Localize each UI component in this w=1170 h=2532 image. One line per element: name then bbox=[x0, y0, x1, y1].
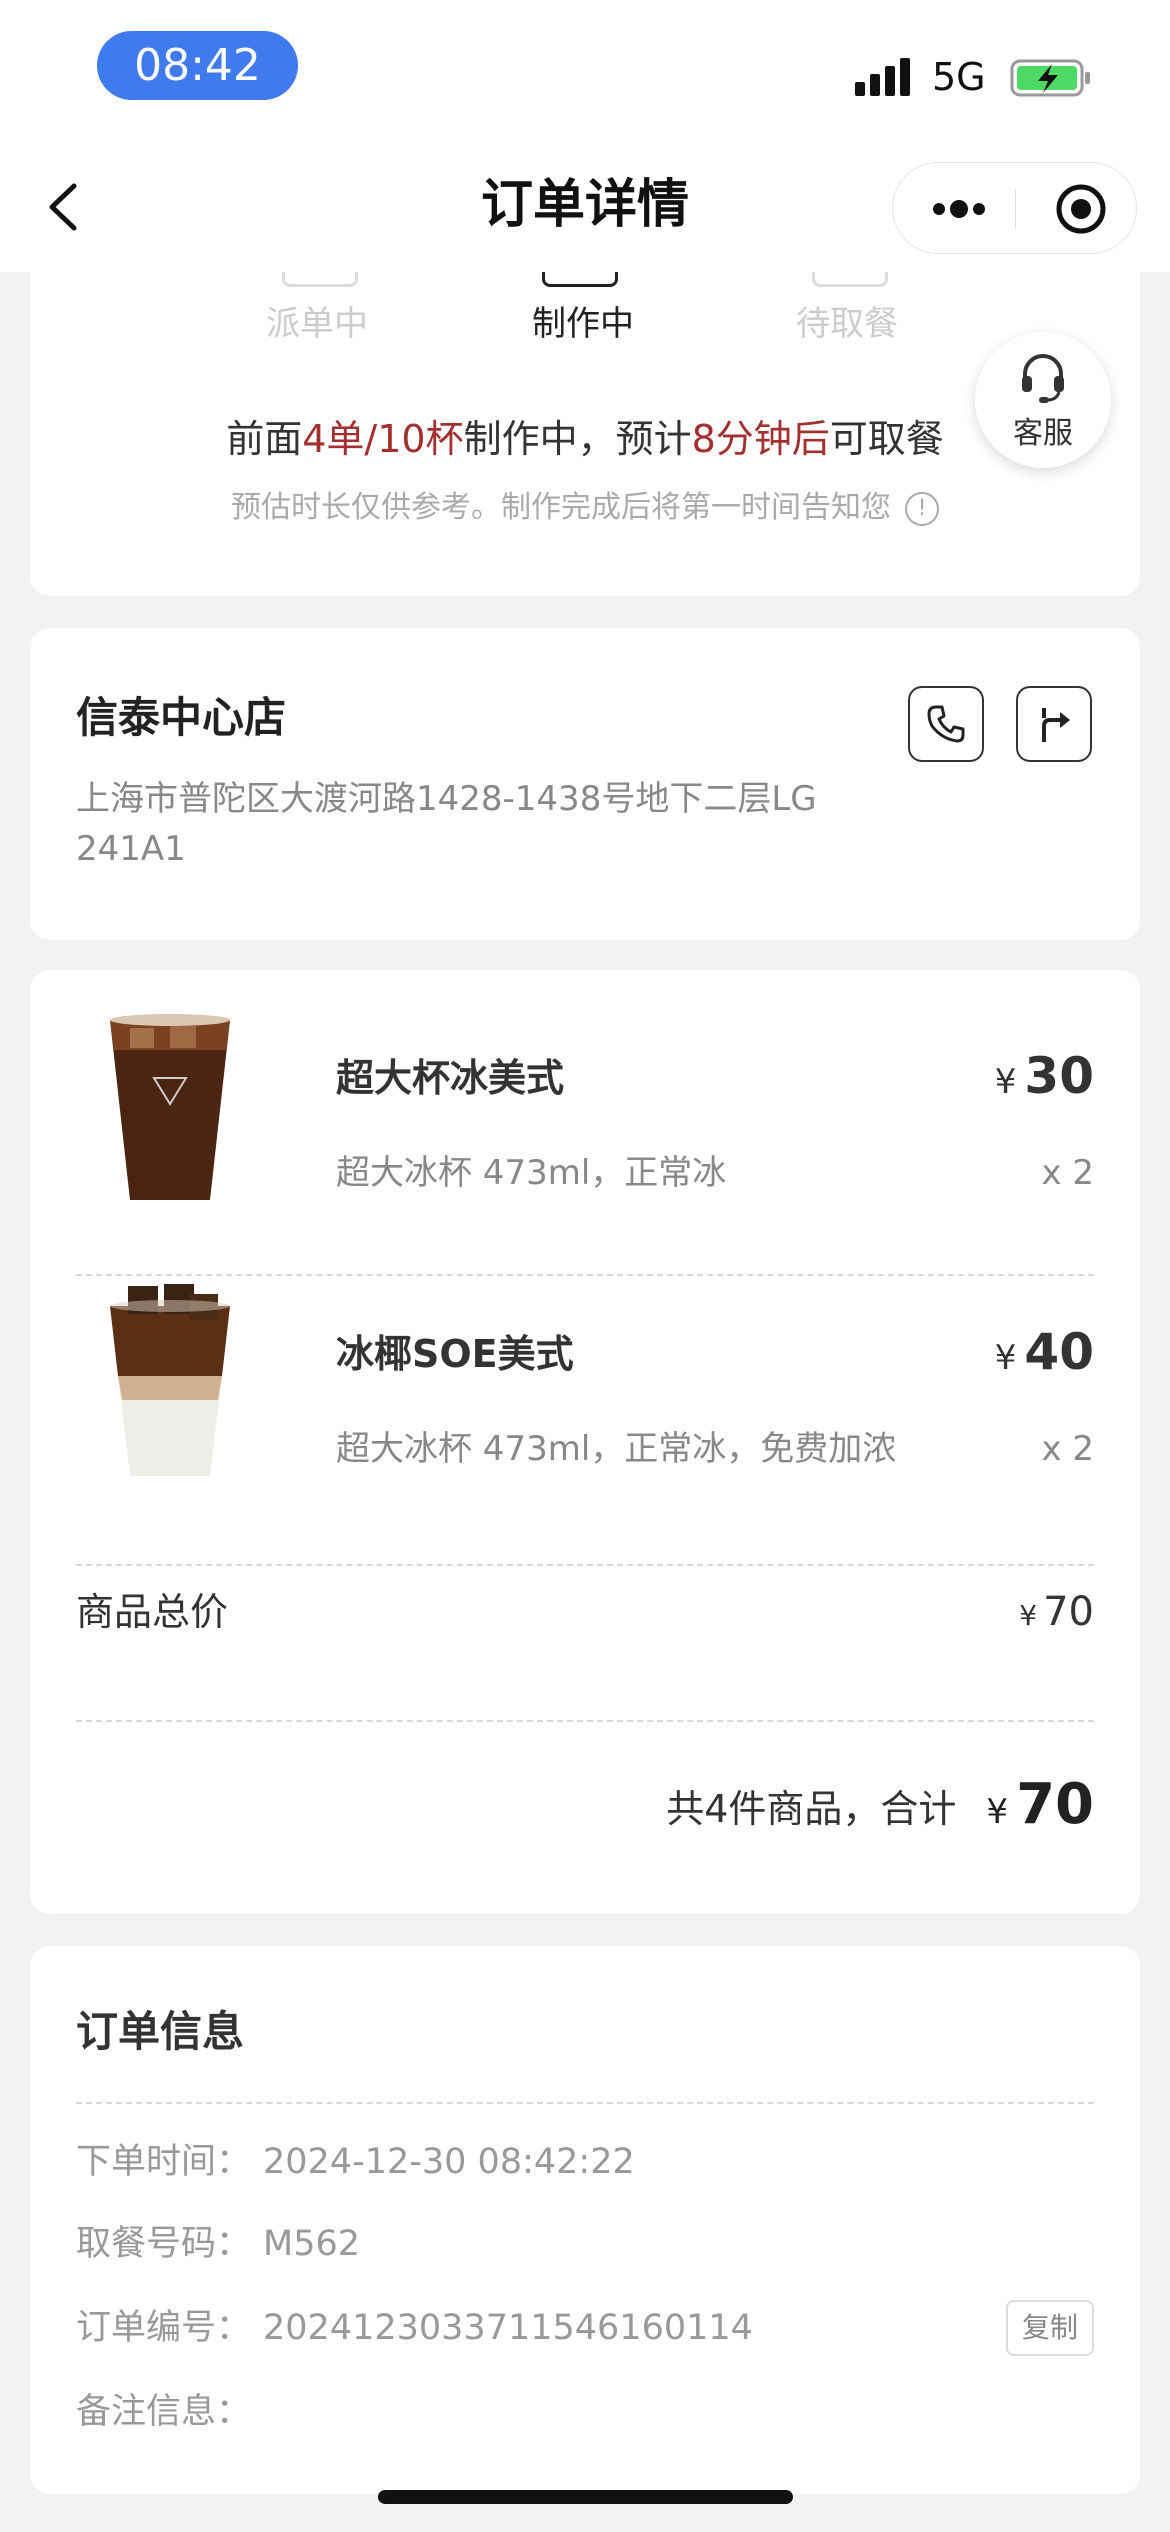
order-info-card: 订单信息 下单时间： 2024-12-30 08:42:22 取餐号码： M562 … bbox=[30, 1946, 1140, 2494]
product-item: 超大杯冰美式 超大冰杯 473ml，正常冰 ¥30 x 2 bbox=[30, 970, 1140, 1246]
order-number-label: 订单编号： bbox=[76, 2308, 252, 2348]
product-quantity: x 2 bbox=[1041, 1153, 1094, 1193]
customer-service-label: 客服 bbox=[1013, 416, 1073, 451]
eta-hint: 预估时长仅供参考。制作完成后将第一时间告知您! bbox=[30, 486, 1140, 530]
total-label: 共4件商品，合计 bbox=[666, 1786, 957, 1831]
step-icon-dispatch bbox=[282, 272, 358, 287]
note-row: 备注信息： bbox=[76, 2386, 251, 2438]
status-time[interactable]: 08:42 bbox=[97, 31, 298, 100]
queue-suffix: 可取餐 bbox=[829, 417, 944, 461]
store-address: 上海市普陀区大渡河路1428-1438号地下二层LG 241A1 bbox=[76, 779, 817, 869]
queue-status: 前面4单/10杯制作中，预计8分钟后可取餐 bbox=[30, 412, 1140, 466]
order-number-value: 20241230337115461601​14 bbox=[263, 2308, 753, 2348]
currency-symbol: ¥ bbox=[994, 1062, 1017, 1102]
capsule-divider bbox=[1015, 189, 1016, 229]
currency-symbol: ¥ bbox=[1019, 1599, 1038, 1632]
product-item: 冰椰SOE美式 超大冰杯 473ml，正常冰，免费加浓 ¥40 x 2 bbox=[30, 1246, 1140, 1522]
order-progress-card: 派单中 制作中 待取餐 前面4单/10杯制作中，预计8分钟后可取餐 预估时长仅供… bbox=[30, 272, 1140, 596]
info-icon[interactable]: ! bbox=[905, 491, 939, 526]
queue-prefix: 前面 bbox=[226, 417, 303, 461]
more-dots-icon[interactable] bbox=[929, 193, 989, 225]
status-bar: 08:42 5G bbox=[0, 0, 1170, 140]
queue-count: 4单/10杯 bbox=[302, 417, 464, 461]
step-making: 制作中 bbox=[532, 304, 634, 344]
navigate-store-button[interactable] bbox=[1016, 686, 1092, 762]
product-price: ¥40 bbox=[995, 1320, 1094, 1390]
price-value: 40 bbox=[1024, 1323, 1094, 1381]
subtotal-amount: 70 bbox=[1043, 1589, 1094, 1635]
store-card: 信泰中心店 上海市普陀区大渡河路1428-1438号地下二层LG 241A1 bbox=[30, 628, 1140, 940]
step-icon-pickup bbox=[812, 272, 888, 287]
product-name: 超大杯冰美式 bbox=[336, 1056, 565, 1100]
total-price: ¥70 bbox=[986, 1772, 1094, 1837]
network-type: 5G bbox=[932, 55, 986, 99]
product-quantity: x 2 bbox=[1041, 1429, 1094, 1469]
price-value: 30 bbox=[1024, 1047, 1094, 1105]
product-spec: 超大冰杯 473ml，正常冰 bbox=[336, 1153, 727, 1193]
products-card: 超大杯冰美式 超大冰杯 473ml，正常冰 ¥30 x 2 冰椰SOE美式 超大… bbox=[30, 970, 1140, 1914]
mini-program-capsule bbox=[892, 162, 1137, 254]
call-store-button[interactable] bbox=[908, 686, 984, 762]
nav-bar: 订单详情 bbox=[0, 140, 1170, 272]
order-info-title: 订单信息 bbox=[76, 2007, 245, 2056]
signal-icon bbox=[855, 56, 915, 96]
order-total: 共4件商品，合计 ¥70 bbox=[666, 1770, 1094, 1847]
order-number-row: 订单编号： 20241230337115461601​14 bbox=[76, 2302, 753, 2354]
step-dispatch: 派单中 bbox=[266, 304, 368, 344]
currency-symbol: ¥ bbox=[994, 1338, 1017, 1378]
order-time-row: 下单时间： 2024-12-30 08:42:22 bbox=[76, 2136, 635, 2188]
customer-service-button[interactable]: 客服 bbox=[975, 332, 1111, 468]
divider bbox=[76, 1564, 1094, 1566]
copy-order-number-button[interactable]: 复制 bbox=[1006, 2300, 1094, 2356]
pickup-code-value: M562 bbox=[263, 2224, 361, 2264]
eta-time: 8分钟后 bbox=[691, 417, 830, 461]
note-label: 备注信息： bbox=[76, 2392, 252, 2432]
total-amount: 70 bbox=[1016, 1772, 1094, 1837]
iced-americano-image bbox=[110, 1014, 230, 1200]
navigate-icon bbox=[1042, 708, 1070, 742]
product-name: 冰椰SOE美式 bbox=[336, 1332, 574, 1376]
pickup-code-label: 取餐号码： bbox=[76, 2224, 252, 2264]
coconut-americano-image bbox=[110, 1284, 230, 1476]
pickup-code-row: 取餐号码： M562 bbox=[76, 2218, 360, 2270]
order-time-value: 2024-12-30 08:42:22 bbox=[263, 2142, 635, 2182]
order-time-label: 下单时间： bbox=[76, 2142, 252, 2182]
phone-icon bbox=[927, 705, 965, 743]
subtotal-value: ¥70 bbox=[1019, 1584, 1094, 1644]
step-icon-making bbox=[542, 272, 618, 287]
step-pickup: 待取餐 bbox=[796, 304, 898, 344]
headset-icon bbox=[1022, 354, 1064, 403]
product-spec: 超大冰杯 473ml，正常冰，免费加浓 bbox=[336, 1429, 897, 1469]
currency-symbol: ¥ bbox=[986, 1792, 1009, 1832]
product-price: ¥30 bbox=[995, 1044, 1094, 1114]
store-name: 信泰中心店 bbox=[76, 693, 287, 742]
subtotal-label: 商品总价 bbox=[76, 1590, 229, 1634]
target-icon[interactable] bbox=[1055, 183, 1107, 235]
battery-charging-icon bbox=[1010, 59, 1090, 97]
home-indicator[interactable] bbox=[378, 2490, 793, 2504]
queue-mid: 制作中，预计 bbox=[463, 417, 692, 461]
eta-hint-text: 预估时长仅供参考。制作完成后将第一时间告知您 bbox=[231, 490, 891, 525]
divider bbox=[76, 2102, 1094, 2104]
divider bbox=[76, 1720, 1094, 1722]
